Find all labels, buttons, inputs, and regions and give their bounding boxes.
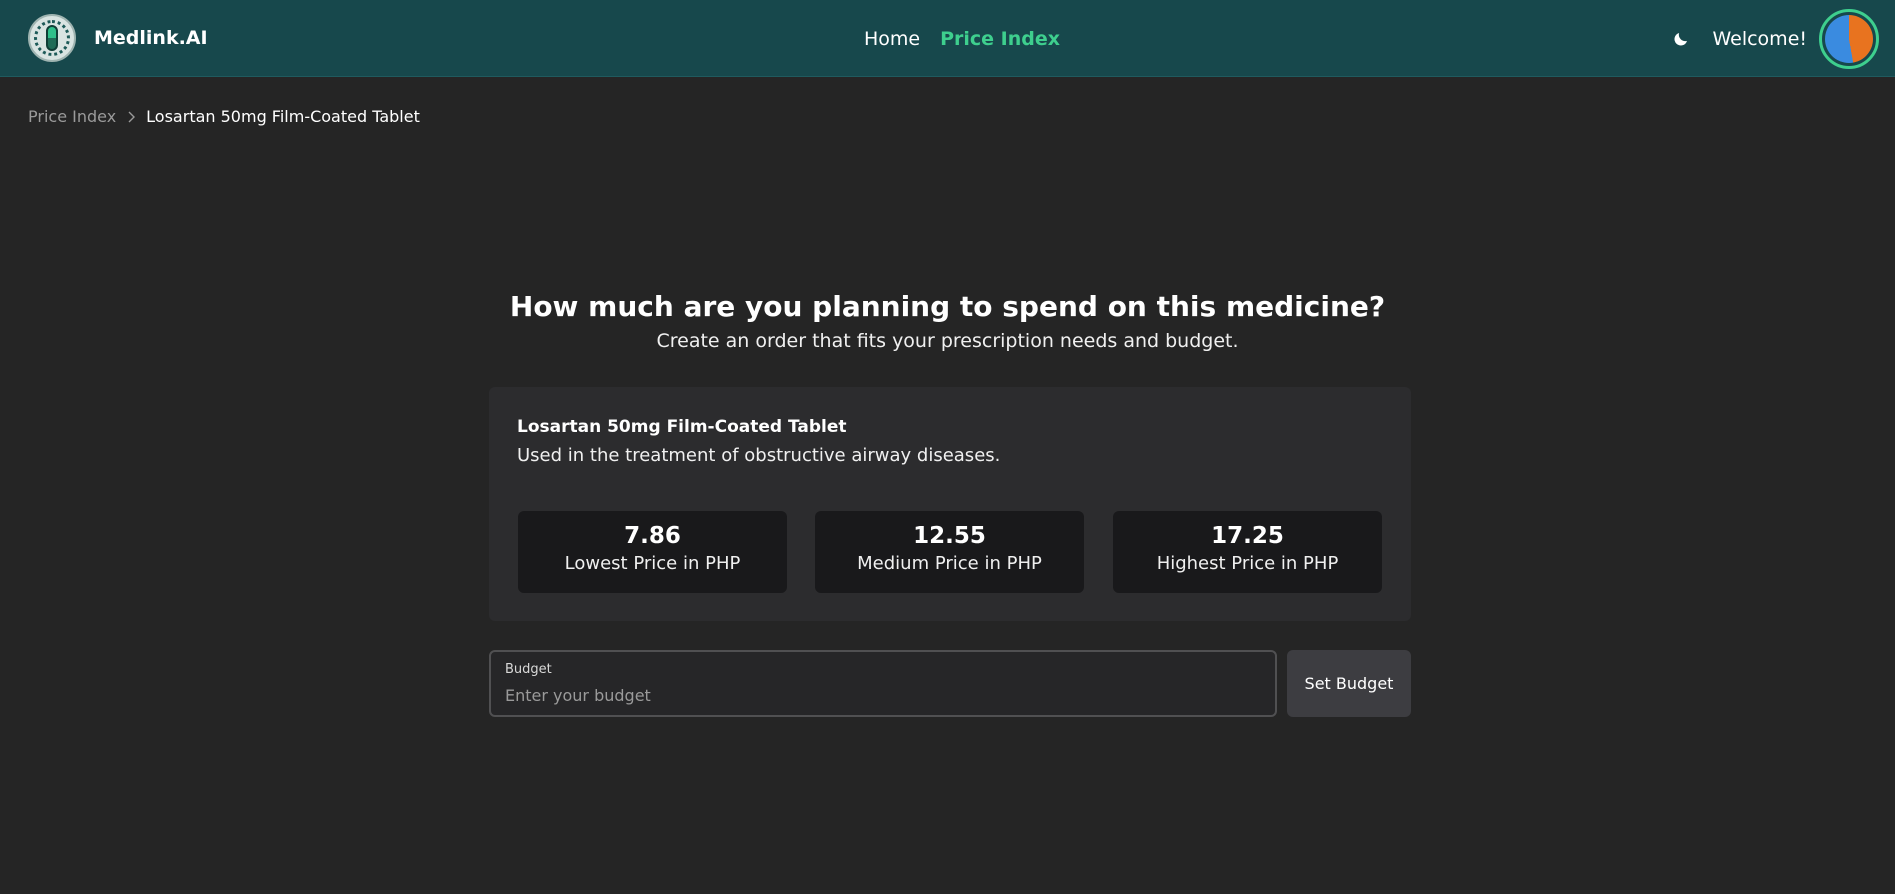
user-area: Welcome! bbox=[1670, 0, 1879, 77]
medium-price-box: 12.55 Medium Price in PHP bbox=[815, 511, 1084, 593]
medicine-description: Used in the treatment of obstructive air… bbox=[517, 445, 1001, 466]
medicine-name: Losartan 50mg Film-Coated Tablet bbox=[517, 417, 847, 437]
medium-price-value: 12.55 bbox=[913, 523, 986, 549]
medium-price-label: Medium Price in PHP bbox=[857, 553, 1042, 574]
highest-price-box: 17.25 Highest Price in PHP bbox=[1113, 511, 1382, 593]
page-subheading: Create an order that fits your prescript… bbox=[656, 330, 1239, 352]
highest-price-value: 17.25 bbox=[1211, 523, 1284, 549]
avatar[interactable] bbox=[1819, 8, 1879, 69]
set-budget-button[interactable]: Set Budget bbox=[1287, 650, 1411, 717]
lowest-price-box: 7.86 Lowest Price in PHP bbox=[518, 511, 787, 593]
avatar-image bbox=[1825, 14, 1873, 63]
page-heading: How much are you planning to spend on th… bbox=[509, 290, 1386, 323]
brand[interactable]: Medlink.AI bbox=[28, 14, 208, 62]
welcome-text: Welcome! bbox=[1712, 27, 1807, 50]
lowest-price-value: 7.86 bbox=[624, 523, 681, 549]
main-nav: Home Price Index bbox=[864, 0, 1080, 77]
highest-price-label: Highest Price in PHP bbox=[1156, 553, 1339, 574]
medlink-logo-icon bbox=[28, 14, 76, 62]
breadcrumb-price-index[interactable]: Price Index bbox=[28, 107, 116, 126]
breadcrumb-current: Losartan 50mg Film-Coated Tablet bbox=[146, 107, 420, 126]
lowest-price-label: Lowest Price in PHP bbox=[564, 553, 741, 574]
breadcrumb: Price Index Losartan 50mg Film-Coated Ta… bbox=[28, 107, 420, 126]
nav-link-price-index[interactable]: Price Index bbox=[940, 28, 1060, 50]
brand-name: Medlink.AI bbox=[94, 27, 208, 49]
top-navbar: Medlink.AI Home Price Index Welcome! bbox=[0, 0, 1895, 77]
nav-link-home[interactable]: Home bbox=[864, 28, 920, 50]
budget-label: Budget bbox=[505, 662, 552, 677]
budget-input[interactable] bbox=[505, 682, 1245, 708]
chevron-right-icon bbox=[126, 111, 136, 123]
moon-icon[interactable] bbox=[1670, 28, 1692, 50]
medicine-card: Losartan 50mg Film-Coated Tablet Used in… bbox=[489, 387, 1411, 621]
budget-field[interactable]: Budget bbox=[489, 650, 1277, 717]
